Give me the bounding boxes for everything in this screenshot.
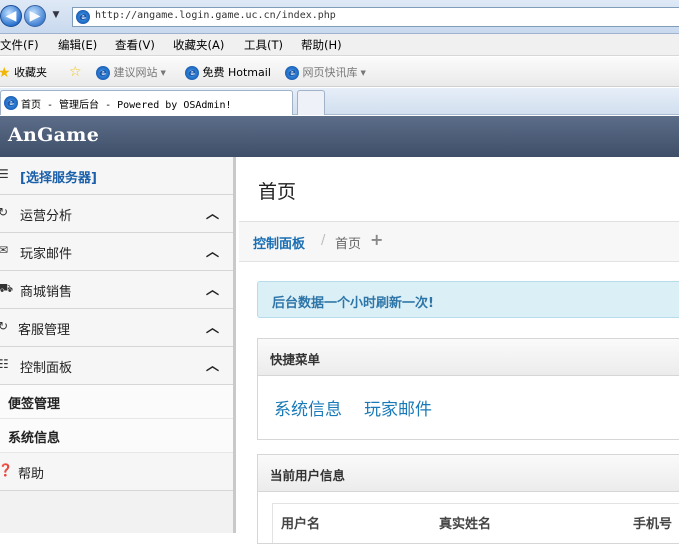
sidebar-item-customer-service[interactable]: ↻ 客服管理 ︿ [0, 309, 233, 347]
list-icon: ☷ [0, 357, 9, 371]
sidebar-item-label: 控制面板 [20, 361, 73, 376]
chevron-up-icon: ︿ [205, 321, 219, 336]
arrow-left-icon: ◀ [5, 8, 17, 24]
chevron-down-icon: ▼ [52, 10, 60, 20]
add-favorite-icon: ☆ [69, 64, 82, 80]
sidebar: ☰ [选择服务器] ↻ 运营分析 ︿ ✉ 玩家邮件 ︿ ⛟ 商城销售 ︿ ↻ 客… [0, 157, 236, 533]
breadcrumb-home-link[interactable]: 控制面板 [253, 233, 305, 252]
add-favorite-button[interactable]: ☆ [69, 64, 82, 80]
sidebar-item-label: 运营分析 [20, 209, 73, 224]
column-header-username: 用户名 [281, 517, 321, 532]
sidebar-subitem-label: 便签管理 [8, 397, 61, 412]
browser-tab-active[interactable]: e 首页 - 管理后台 - Powered by OSAdmin! [0, 90, 293, 115]
alert-text: 后台数据一个小时刷新一次! [272, 296, 434, 311]
ie-page-icon: e [76, 10, 90, 24]
menu-tools[interactable]: 工具(T) [244, 37, 283, 53]
ie-page-icon: e [185, 66, 199, 80]
chevron-up-icon: ︿ [205, 207, 219, 222]
page-title: 首页 [258, 181, 297, 203]
sidebar-subitem-label: 系统信息 [8, 431, 61, 446]
user-info-table: 用户名 真实姓名 手机号 [272, 503, 679, 543]
panel-header: 快捷菜单 [258, 339, 679, 376]
panel-title: 当前用户信息 [270, 468, 346, 483]
fav-web-slice-gallery[interactable]: e 网页快讯库 ▼ [285, 64, 366, 80]
panel-title: 快捷菜单 [270, 352, 321, 367]
refresh-icon: ↻ [0, 205, 9, 219]
sidebar-subitem-notes[interactable]: 便签管理 [0, 385, 233, 419]
menu-help[interactable]: 帮助(H) [301, 37, 342, 53]
sidebar-subitem-system-info[interactable]: 系统信息 [0, 419, 233, 453]
sidebar-item-label: 帮助 [18, 467, 45, 482]
cart-icon: ⛟ [0, 281, 14, 295]
server-select-label: [选择服务器] [20, 171, 97, 186]
menu-view[interactable]: 查看(V) [115, 37, 155, 53]
sidebar-item-help[interactable]: ❓ 帮助 [0, 453, 233, 491]
ie-page-icon: e [4, 96, 18, 110]
ie-page-icon: e [96, 66, 110, 80]
quick-link-player-mail[interactable]: 玩家邮件 [364, 395, 432, 420]
menu-icon: ☰ [0, 167, 9, 181]
sidebar-item-control-panel[interactable]: ☷ 控制面板 ︿ [0, 347, 233, 385]
chevron-up-icon: ︿ [205, 283, 219, 298]
app-header: AnGame [0, 116, 679, 157]
fav-hotmail-label: 免费 Hotmail [202, 66, 271, 79]
mail-icon: ✉ [0, 243, 9, 257]
quick-link-system-info[interactable]: 系统信息 [274, 395, 342, 420]
fav-suggested-sites[interactable]: e 建议网站 ▼ [96, 64, 166, 80]
tab-title: 首页 - 管理后台 - Powered by OSAdmin! [21, 100, 232, 111]
main-content: 首页 控制面板 / 首页 + 后台数据一个小时刷新一次! 快捷菜单 系统信息 玩… [239, 157, 679, 544]
chevron-down-icon: ▼ [360, 69, 366, 77]
refresh-icon: ↻ [0, 319, 9, 333]
fav-suggested-sites-label: 建议网站 [113, 66, 158, 79]
breadcrumb: 控制面板 / 首页 + [239, 222, 679, 262]
sidebar-item-label: 客服管理 [18, 323, 71, 338]
plus-icon[interactable]: + [370, 230, 383, 249]
menu-bar: 文件(F) 编辑(E) 查看(V) 收藏夹(A) 工具(T) 帮助(H) [0, 34, 679, 56]
info-alert: 后台数据一个小时刷新一次! [257, 281, 679, 318]
sidebar-item-operations-analysis[interactable]: ↻ 运营分析 ︿ [0, 195, 233, 233]
menu-favorites[interactable]: 收藏夹(A) [173, 37, 224, 53]
address-bar[interactable]: e http://angame.login.game.uc.cn/index.p… [72, 7, 679, 27]
arrow-right-icon: ▶ [29, 8, 41, 24]
quick-menu-panel: 快捷菜单 系统信息 玩家邮件 [257, 338, 679, 440]
menu-edit[interactable]: 编辑(E) [58, 37, 97, 53]
favorites-bar: ★ 收藏夹 ☆ e 建议网站 ▼ e 免费 Hotmail e 网页快讯库 ▼ [0, 57, 679, 87]
forward-button[interactable]: ▶ [24, 5, 46, 27]
new-tab-button[interactable] [297, 90, 325, 115]
sidebar-server-select[interactable]: ☰ [选择服务器] [0, 157, 233, 195]
chevron-up-icon: ︿ [205, 245, 219, 260]
help-icon: ❓ [0, 463, 13, 477]
menu-file[interactable]: 文件(F) [0, 37, 39, 53]
fav-hotmail[interactable]: e 免费 Hotmail [185, 64, 271, 80]
back-button[interactable]: ◀ [0, 5, 22, 27]
star-icon: ★ [0, 65, 11, 81]
address-url: http://angame.login.game.uc.cn/index.php [95, 10, 336, 21]
breadcrumb-separator: / [321, 233, 326, 248]
favorites-label: 收藏夹 [14, 66, 48, 79]
browser-toolbar: ◀ ▶ ▼ e http://angame.login.game.uc.cn/i… [0, 0, 679, 34]
brand-logo[interactable]: AnGame [8, 124, 99, 146]
sidebar-item-mall-sales[interactable]: ⛟ 商城销售 ︿ [0, 271, 233, 309]
chevron-down-icon: ▼ [160, 69, 166, 77]
favorites-button[interactable]: ★ 收藏夹 [0, 64, 47, 81]
column-header-phone: 手机号 [633, 517, 673, 532]
breadcrumb-current: 首页 [335, 237, 362, 252]
sidebar-item-label: 玩家邮件 [20, 247, 73, 262]
recent-pages-dropdown[interactable]: ▼ [50, 9, 62, 21]
fav-web-slice-label: 网页快讯库 [302, 66, 358, 79]
ie-page-icon: e [285, 66, 299, 80]
sidebar-item-label: 商城销售 [20, 285, 73, 300]
chevron-up-icon: ︿ [205, 359, 219, 374]
sidebar-item-player-mail[interactable]: ✉ 玩家邮件 ︿ [0, 233, 233, 271]
column-header-real-name: 真实姓名 [439, 517, 492, 532]
tab-bar: e 首页 - 管理后台 - Powered by OSAdmin! [0, 88, 679, 115]
panel-header: 当前用户信息 [258, 455, 679, 492]
user-info-panel: 当前用户信息 用户名 真实姓名 手机号 [257, 454, 679, 544]
